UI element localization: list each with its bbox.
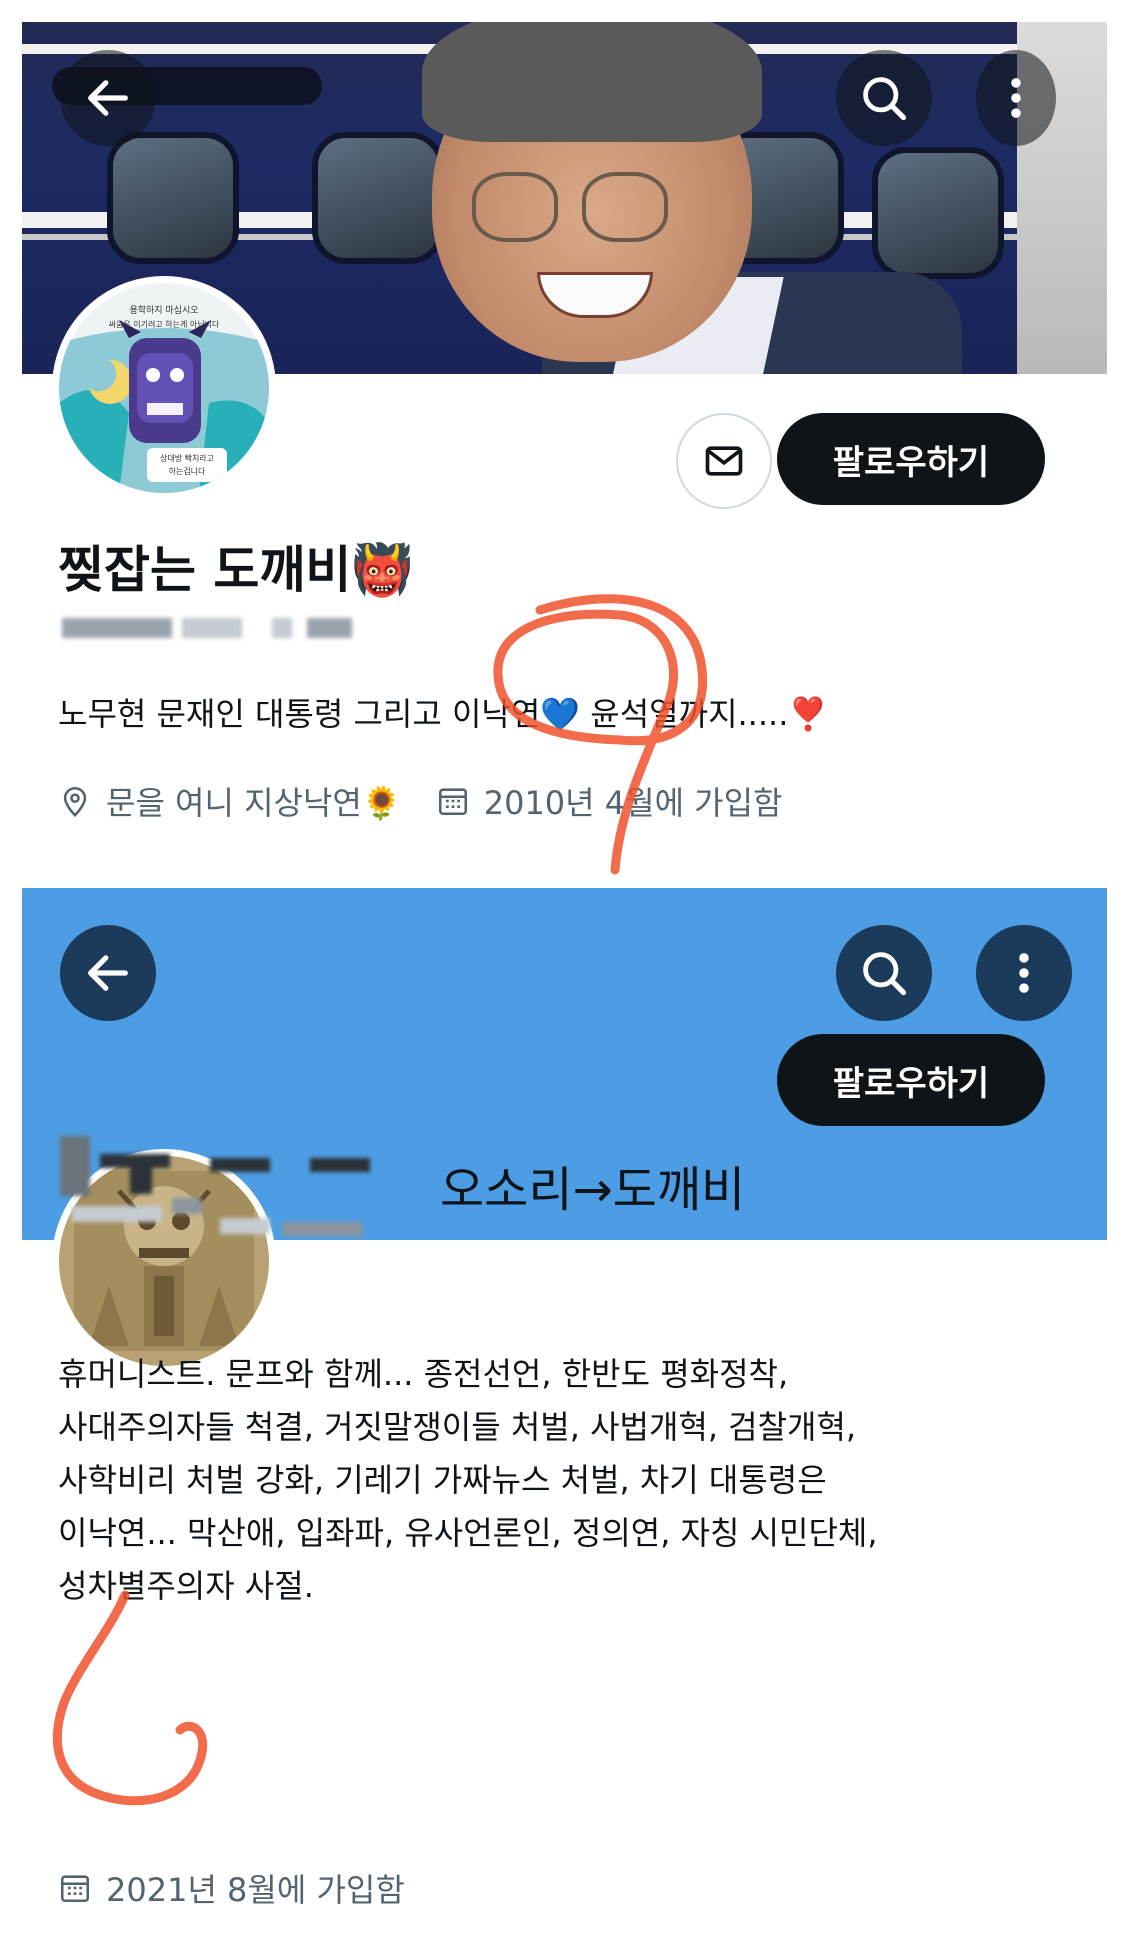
search-icon bbox=[863, 77, 907, 121]
message-button[interactable] bbox=[676, 413, 772, 509]
location-text: 문을 여니 지상낙연🌻 bbox=[106, 784, 402, 822]
profile-card-1: 용학하지 마십시오 싸움은 이기려고 하는게 아닙니다 상대방 빡치라고 하는겁… bbox=[0, 0, 1129, 880]
envelope-icon bbox=[705, 446, 743, 476]
profile-meta-row: 2021년 8월에 가입함 bbox=[58, 1865, 405, 1911]
calendar-icon bbox=[438, 788, 467, 816]
redacted-handle bbox=[60, 1136, 370, 1246]
goblin-avatar-image: 용학하지 마십시오 싸움은 이기려고 하는게 아닙니다 상대방 빡치라고 하는겁… bbox=[59, 283, 269, 493]
annotation-circle-mark bbox=[52, 1590, 208, 1806]
search-button[interactable] bbox=[836, 925, 932, 1021]
display-name: 찢잡는 도깨비👹 bbox=[58, 541, 414, 599]
location-pin-icon bbox=[63, 786, 87, 817]
arrow-left-icon bbox=[88, 955, 128, 991]
svg-text:상대방 빡치라고: 상대방 빡치라고 bbox=[160, 453, 214, 463]
back-button[interactable] bbox=[60, 50, 156, 146]
profile-avatar[interactable]: 용학하지 마십시오 싸움은 이기려고 하는게 아닙니다 상대방 빡치라고 하는겁… bbox=[52, 276, 276, 500]
arrow-left-icon bbox=[88, 80, 128, 116]
joined-date: 2021년 8월에 가입함 bbox=[106, 1871, 405, 1909]
profile-meta-row: 문을 여니 지상낙연🌻 2010년 4월에 가입함 bbox=[58, 778, 783, 824]
bio-line: 이낙연... 막산애, 입좌파, 유사언론인, 정의연, 자칭 시민단체, bbox=[58, 1514, 878, 1552]
bio-line: 휴머니스트. 문프와 함께... 종전선언, 한반도 평화정착, bbox=[58, 1355, 789, 1393]
profile-bio: 노무현 문재인 대통령 그리고 이낙연💙 윤석열까지.....❣️ bbox=[58, 695, 829, 733]
bio-line: 성차별주의자 사절. bbox=[58, 1567, 314, 1605]
back-button[interactable] bbox=[60, 925, 156, 1021]
more-button[interactable] bbox=[976, 925, 1072, 1021]
display-name: 오소리→도깨비 bbox=[440, 1162, 746, 1218]
joined-date: 2010년 4월에 가입함 bbox=[483, 784, 783, 822]
svg-text:용학하지 마십시오: 용학하지 마십시오 bbox=[129, 305, 198, 316]
more-vertical-icon bbox=[1011, 78, 1021, 118]
profile-card-2: 팔로우하기 오소리→도깨비 휴머니스트. 문프와 함께... 종전선언, 한반도… bbox=[0, 880, 1129, 1939]
svg-text:하는겁니다: 하는겁니다 bbox=[169, 466, 206, 476]
bio-line: 사학비리 처벌 강화, 기레기 가짜뉴스 처벌, 차기 대통령은 bbox=[58, 1461, 827, 1499]
bio-line: 사대주의자들 척결, 거짓말쟁이들 처벌, 사법개혁, 검찰개혁, bbox=[58, 1408, 857, 1446]
search-icon bbox=[863, 952, 907, 996]
more-button[interactable] bbox=[976, 50, 1056, 146]
more-vertical-icon bbox=[1019, 953, 1029, 993]
profile-bio: 휴머니스트. 문프와 함께... 종전선언, 한반도 평화정착, 사대주의자들 … bbox=[58, 1348, 878, 1613]
follow-button[interactable]: 팔로우하기 bbox=[777, 1034, 1045, 1126]
svg-text:싸움은 이기려고 하는게 아닙니다: 싸움은 이기려고 하는게 아닙니다 bbox=[109, 319, 220, 329]
search-button[interactable] bbox=[836, 50, 932, 146]
redacted-handle bbox=[62, 616, 352, 640]
follow-button[interactable]: 팔로우하기 bbox=[777, 413, 1045, 505]
calendar-icon bbox=[60, 1875, 90, 1903]
